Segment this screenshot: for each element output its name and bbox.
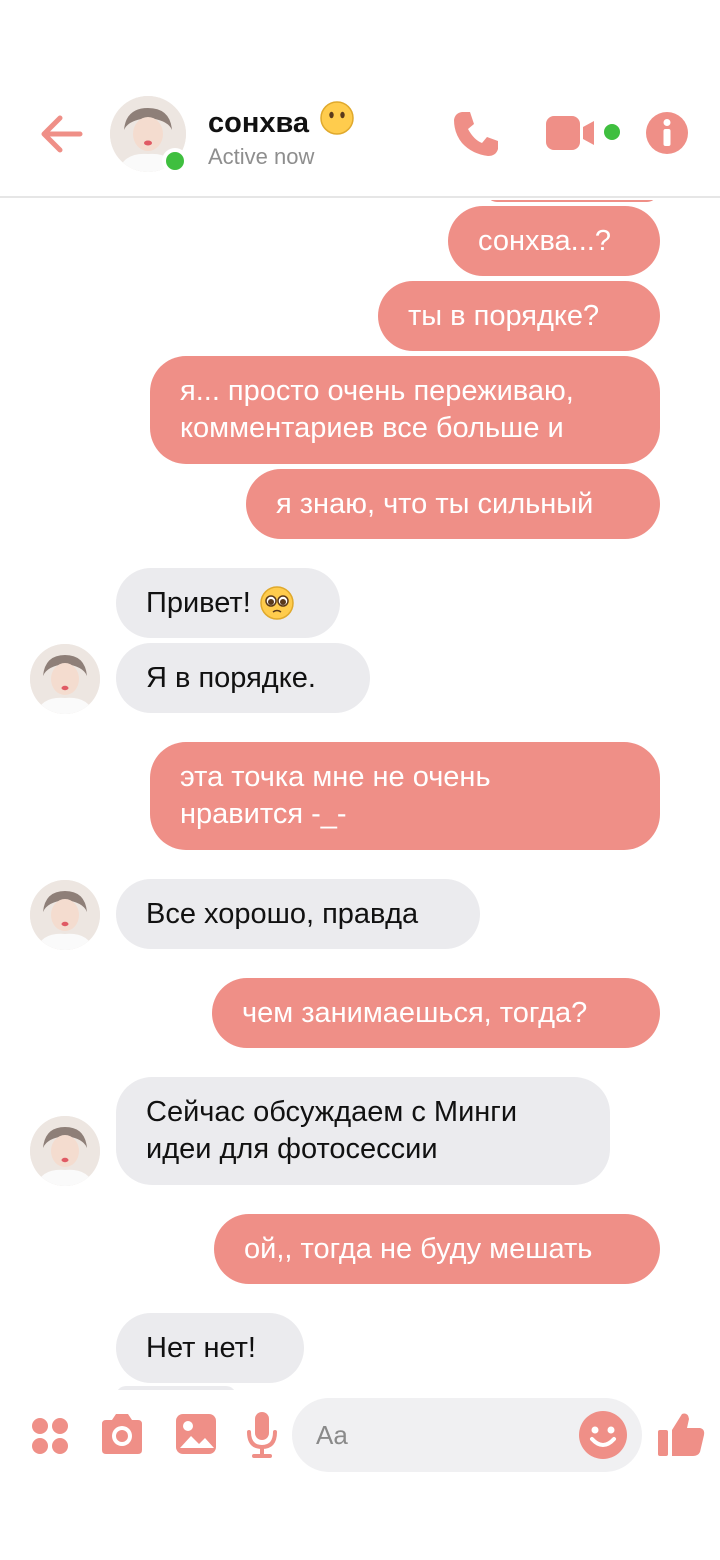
active-status: Active now bbox=[208, 144, 315, 169]
message-bubble-outgoing[interactable]: сонхва...? bbox=[448, 206, 660, 276]
message-text: ой,, тогда не буду мешать bbox=[244, 1232, 593, 1265]
apps-grid-icon[interactable] bbox=[30, 1416, 70, 1456]
message-text: Нет нет! bbox=[146, 1331, 256, 1364]
message-text: Привет! bbox=[146, 586, 251, 619]
avatar-photo bbox=[30, 880, 100, 950]
message-bubble-incoming[interactable]: Нет нет! bbox=[116, 1313, 304, 1383]
image-icon[interactable] bbox=[174, 1412, 218, 1456]
back-arrow-icon[interactable] bbox=[36, 108, 88, 160]
neutral-face-emoji-icon bbox=[320, 101, 354, 135]
sender-avatar[interactable] bbox=[30, 1116, 100, 1186]
message-bubble-incoming[interactable]: Все хорошо, правда bbox=[116, 879, 480, 949]
smiley-icon[interactable] bbox=[578, 1410, 628, 1460]
online-indicator bbox=[162, 148, 188, 174]
thumbs-up-icon[interactable] bbox=[656, 1410, 706, 1460]
message-bubble-outgoing[interactable]: чем занимаешься, тогда? bbox=[212, 978, 660, 1048]
message-composer: Aa bbox=[0, 1390, 720, 1560]
message-text: Я в порядке. bbox=[146, 661, 316, 694]
microphone-icon[interactable] bbox=[244, 1410, 280, 1460]
message-bubble-outgoing[interactable]: ты в порядке? bbox=[378, 281, 660, 351]
message-text: я знаю, что ты сильный bbox=[276, 487, 594, 520]
message-bubble-outgoing[interactable]: я знаю, что ты сильный bbox=[246, 469, 660, 539]
message-text: я... просто очень переживаю, комментарие… bbox=[180, 375, 574, 444]
contact-avatar[interactable] bbox=[110, 96, 188, 174]
message-text: чем занимаешься, тогда? bbox=[242, 996, 588, 1029]
pleading-face-emoji-icon bbox=[260, 586, 294, 620]
message-text: Сейчас обсуждаем с Минги идеи для фотосе… bbox=[146, 1096, 518, 1165]
message-bubble-incoming[interactable]: Привет! bbox=[116, 568, 340, 638]
message-input[interactable]: Aa bbox=[292, 1398, 642, 1472]
avatar-photo bbox=[30, 1116, 100, 1186]
message-bubble-outgoing[interactable]: я... просто очень переживаю, комментарие… bbox=[150, 356, 660, 464]
message-text: ты в порядке? bbox=[408, 299, 600, 332]
camera-icon[interactable] bbox=[98, 1412, 146, 1458]
message-bubble-incoming[interactable]: Я в порядке. bbox=[116, 643, 370, 713]
avatar-photo bbox=[30, 644, 100, 714]
video-camera-icon[interactable] bbox=[542, 112, 626, 156]
info-icon[interactable] bbox=[644, 110, 690, 156]
chat-header: сонхва Active now bbox=[0, 0, 720, 198]
message-bubble-outgoing[interactable]: эта точка мне не очень нравится -_- bbox=[150, 742, 660, 850]
contact-name-text: сонхва bbox=[208, 107, 310, 139]
message-text: эта точка мне не очень нравится -_- bbox=[180, 761, 491, 830]
message-bubble-incoming[interactable]: Сейчас обсуждаем с Минги идеи для фотосе… bbox=[116, 1077, 610, 1185]
sender-avatar[interactable] bbox=[30, 644, 100, 714]
message-input-placeholder: Aa bbox=[316, 1420, 348, 1450]
message-list[interactable]: сонхва...? ты в порядке? я... просто оче… bbox=[0, 200, 720, 1390]
message-text: Все хорошо, правда bbox=[146, 897, 419, 930]
sender-avatar[interactable] bbox=[30, 880, 100, 950]
message-bubble-outgoing[interactable]: ой,, тогда не буду мешать bbox=[214, 1214, 660, 1284]
contact-name[interactable]: сонхва bbox=[208, 100, 355, 140]
message-text: сонхва...? bbox=[478, 224, 611, 257]
message-bubble-partial bbox=[486, 200, 658, 202]
phone-icon[interactable] bbox=[448, 106, 504, 162]
